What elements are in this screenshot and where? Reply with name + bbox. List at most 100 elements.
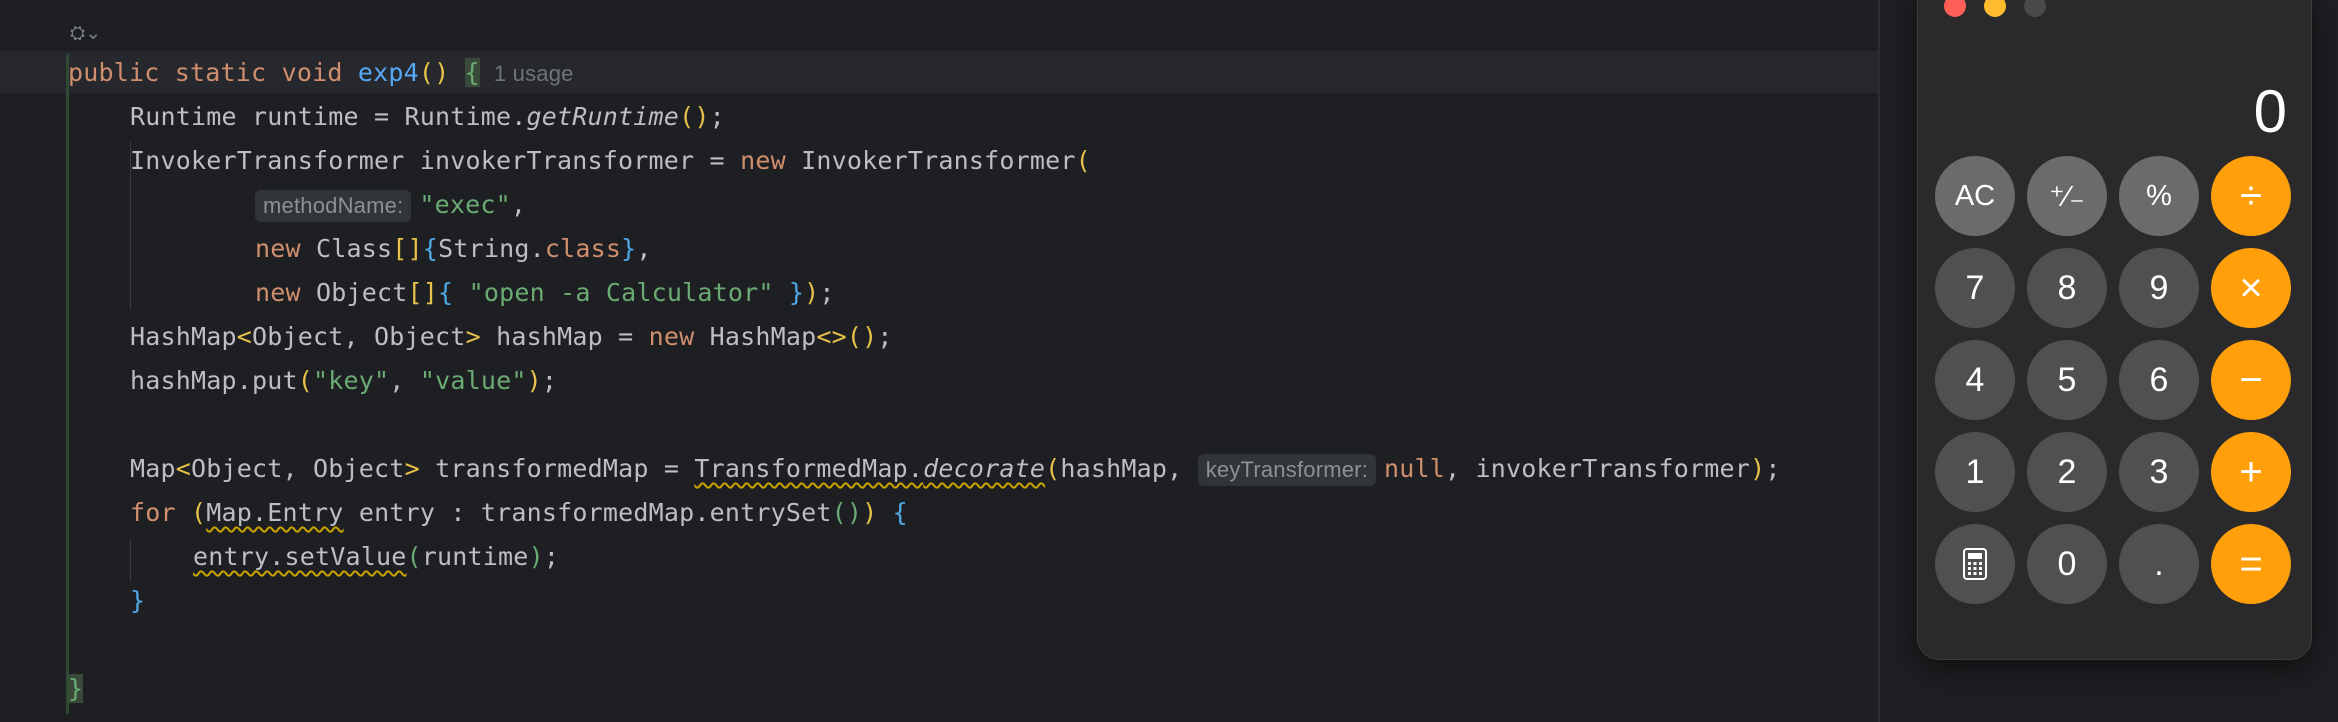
token: hashMap, <box>1060 454 1198 483</box>
subtract-button[interactable]: − <box>2211 340 2291 420</box>
token: class <box>544 234 622 263</box>
token: [] <box>392 234 423 263</box>
token: , invokerTransformer <box>1445 454 1751 483</box>
gutter-change-marker <box>66 54 69 714</box>
digit-8-button[interactable]: 8 <box>2027 248 2107 328</box>
token: ( <box>297 366 314 395</box>
code-line-10[interactable]: for (Map.Entry entry : transformedMap.en… <box>130 491 908 535</box>
token: Object, Object <box>252 322 466 351</box>
usage-hint[interactable]: 1 usage <box>494 61 574 86</box>
gutter-icon[interactable]: ⛭⌄ <box>70 22 101 44</box>
code-line-5[interactable]: new Class[]{String.class}, <box>255 227 652 271</box>
token: ; <box>543 542 560 571</box>
token: () <box>831 498 863 527</box>
token: ; <box>1765 454 1781 483</box>
code-line-11[interactable]: entry.setValue(runtime); <box>193 535 559 579</box>
digit-0-button[interactable]: 0 <box>2027 524 2107 604</box>
token: ( <box>1045 454 1061 483</box>
token: ) <box>1750 454 1766 483</box>
token: ; <box>819 278 835 307</box>
equals-button[interactable]: = <box>2211 524 2291 604</box>
warning-token[interactable]: Map.Entry <box>206 498 343 527</box>
brace: } <box>68 674 84 703</box>
digit-9-button[interactable]: 9 <box>2119 248 2199 328</box>
add-button[interactable]: + <box>2211 432 2291 512</box>
token: InvokerTransformer <box>785 146 1076 175</box>
sign-toggle-button[interactable]: ⁺∕₋ <box>2027 156 2107 236</box>
warning-token[interactable]: entry.setValue <box>193 542 407 571</box>
code-line-6[interactable]: new Object[]{ "open -a Calculator" }); <box>255 271 835 315</box>
token: } <box>621 234 637 263</box>
token: "exec" <box>419 190 511 219</box>
token: Object, Object <box>191 454 405 483</box>
calculator-display: 0 <box>2253 78 2287 145</box>
token: ( <box>191 498 207 527</box>
token: null <box>1384 454 1446 483</box>
calculator-mode-button[interactable] <box>1935 524 2015 604</box>
calculator-window[interactable]: 0 AC ⁺∕₋ % ÷ 7 8 9 × 4 5 6 − 1 2 3 + 0 .… <box>1917 0 2312 660</box>
indent-guide <box>130 540 131 582</box>
token: hashMap = <box>480 322 649 351</box>
token: "open -a Calculator" <box>453 278 789 307</box>
divide-button[interactable]: ÷ <box>2211 156 2291 236</box>
code-line-7[interactable]: HashMap<Object, Object> hashMap = new Ha… <box>130 315 893 359</box>
all-clear-button[interactable]: AC <box>1935 156 2015 236</box>
token: String. <box>438 234 545 263</box>
token: Runtime runtime = Runtime. <box>130 102 527 131</box>
code-line-3[interactable]: InvokerTransformer invokerTransformer = … <box>130 139 1091 183</box>
token: public <box>68 58 160 87</box>
percent-button[interactable]: % <box>2119 156 2199 236</box>
token: , <box>636 234 652 263</box>
code-line-12[interactable]: } <box>130 579 145 623</box>
digit-6-button[interactable]: 6 <box>2119 340 2199 420</box>
code-editor[interactable]: ⛭⌄ public static void exp4() {1 usage Ru… <box>0 0 1880 722</box>
token: ( <box>406 542 422 571</box>
decimal-button[interactable]: . <box>2119 524 2199 604</box>
digit-2-button[interactable]: 2 <box>2027 432 2107 512</box>
digit-3-button[interactable]: 3 <box>2119 432 2199 512</box>
token: new <box>740 146 786 175</box>
code-line-4[interactable]: methodName: "exec", <box>255 183 526 227</box>
token: new <box>255 234 301 263</box>
digit-7-button[interactable]: 7 <box>1935 248 2015 328</box>
token: } <box>130 586 146 615</box>
code-line-2[interactable]: Runtime runtime = Runtime.getRuntime(); <box>130 95 725 139</box>
token: "value" <box>419 366 527 395</box>
token: Map <box>130 454 176 483</box>
code-line-9[interactable]: Map<Object, Object> transformedMap = Tra… <box>130 447 1781 491</box>
digit-1-button[interactable]: 1 <box>1935 432 2015 512</box>
token: { <box>438 278 454 307</box>
minimize-window-button[interactable] <box>1984 0 2006 17</box>
token: new <box>648 322 695 351</box>
token: Object <box>300 278 408 307</box>
token: ) <box>804 278 820 307</box>
multiply-button[interactable]: × <box>2211 248 2291 328</box>
token: , <box>389 366 420 395</box>
parameter-hint: keyTransformer: <box>1197 454 1377 486</box>
token: ) <box>526 366 542 395</box>
token: "key" <box>313 366 390 395</box>
code-line-13[interactable]: } <box>68 667 84 711</box>
code-line-8[interactable]: hashMap.put("key", "value"); <box>130 359 557 403</box>
token: } <box>788 278 805 307</box>
token: Class <box>300 234 393 263</box>
token: TransformedMap. <box>694 454 924 483</box>
paren: ( <box>418 58 435 87</box>
digit-4-button[interactable]: 4 <box>1935 340 2015 420</box>
brace: { <box>464 58 480 87</box>
token: void <box>281 58 343 87</box>
maximize-window-button[interactable] <box>2024 0 2046 17</box>
token: { <box>422 234 439 263</box>
token: hashMap.put <box>130 366 298 395</box>
close-window-button[interactable] <box>1944 0 1966 17</box>
code-line-1[interactable]: public static void exp4() {1 usage <box>68 51 574 95</box>
digit-5-button[interactable]: 5 <box>2027 340 2107 420</box>
paren: ) <box>434 58 450 87</box>
warning-token[interactable]: TransformedMap.decorate <box>694 454 1045 483</box>
token: ( <box>1075 146 1091 175</box>
token: > <box>404 454 420 483</box>
token: , <box>510 190 527 219</box>
token: { <box>892 498 908 527</box>
